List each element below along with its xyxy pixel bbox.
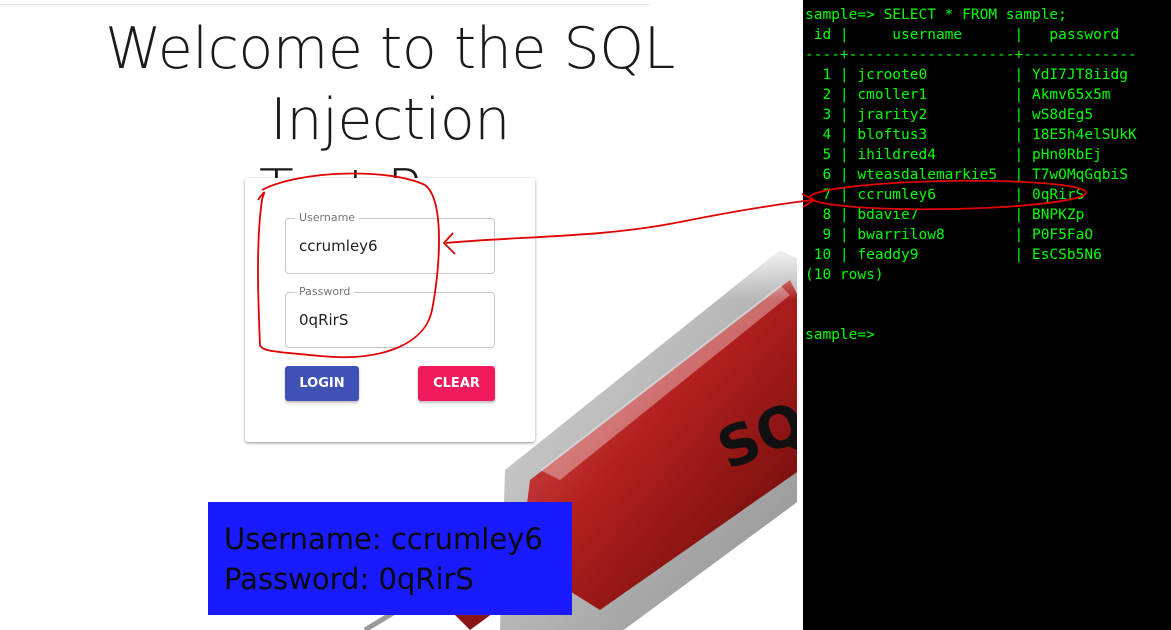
terminal-prompt: sample=> (805, 327, 875, 343)
terminal-row: 10 | feaddy9 | EsCSb5N6 (805, 247, 1102, 263)
credentials-overlay: Username: ccrumley6 Password: 0qRirS (208, 502, 572, 615)
overlay-password-line: Password: 0qRirS (224, 562, 474, 596)
terminal-separator: ----+-------------------+------------- (805, 47, 1137, 63)
password-label: Password (295, 285, 355, 299)
terminal-row: 3 | jrarity2 | wS8dEg5 (805, 107, 1094, 123)
terminal-row-count: (10 rows) (805, 267, 884, 283)
terminal-row: 1 | jcroote0 | YdI7JT8iidg (805, 67, 1129, 83)
terminal-row: 5 | ihildred4 | pHn0RbEj (805, 147, 1102, 163)
login-button[interactable]: LOGIN (285, 366, 359, 401)
terminal-row: 8 | bdavie7 | BNPKZp (805, 207, 1085, 223)
terminal-row: 9 | bwarrilow8 | P0F5FaO (805, 227, 1094, 243)
web-page-pane: SQ Welcome to the SQL Injection Test Pag… (0, 0, 800, 630)
password-field[interactable]: Password 0qRirS (285, 285, 495, 348)
terminal-command-line: sample=> SELECT * FROM sample; (805, 7, 1067, 23)
login-card: Username ccrumley6 Password 0qRirS LOGIN… (245, 178, 535, 442)
overlay-username-line: Username: ccrumley6 (224, 522, 543, 556)
terminal-header-row: id | username | password (805, 27, 1120, 43)
terminal-row: 2 | cmoller1 | Akmv65x5m (805, 87, 1111, 103)
username-field[interactable]: Username ccrumley6 (285, 211, 495, 274)
page-title-line1: Welcome to the SQL Injection (105, 16, 675, 153)
terminal-row: 6 | wteasdalemarkie5 | T7wOMqGqbiS (805, 167, 1129, 183)
clear-button[interactable]: CLEAR (418, 366, 495, 401)
password-value: 0qRirS (299, 311, 349, 329)
psql-terminal[interactable]: sample=> SELECT * FROM sample; id | user… (803, 0, 1171, 630)
username-label: Username (295, 211, 360, 225)
username-value: ccrumley6 (299, 237, 378, 255)
terminal-row: 4 | bloftus3 | 18E5h4elSUkK (805, 127, 1137, 143)
terminal-row-highlighted: 7 | ccrumley6 | 0qRirS (805, 187, 1085, 203)
